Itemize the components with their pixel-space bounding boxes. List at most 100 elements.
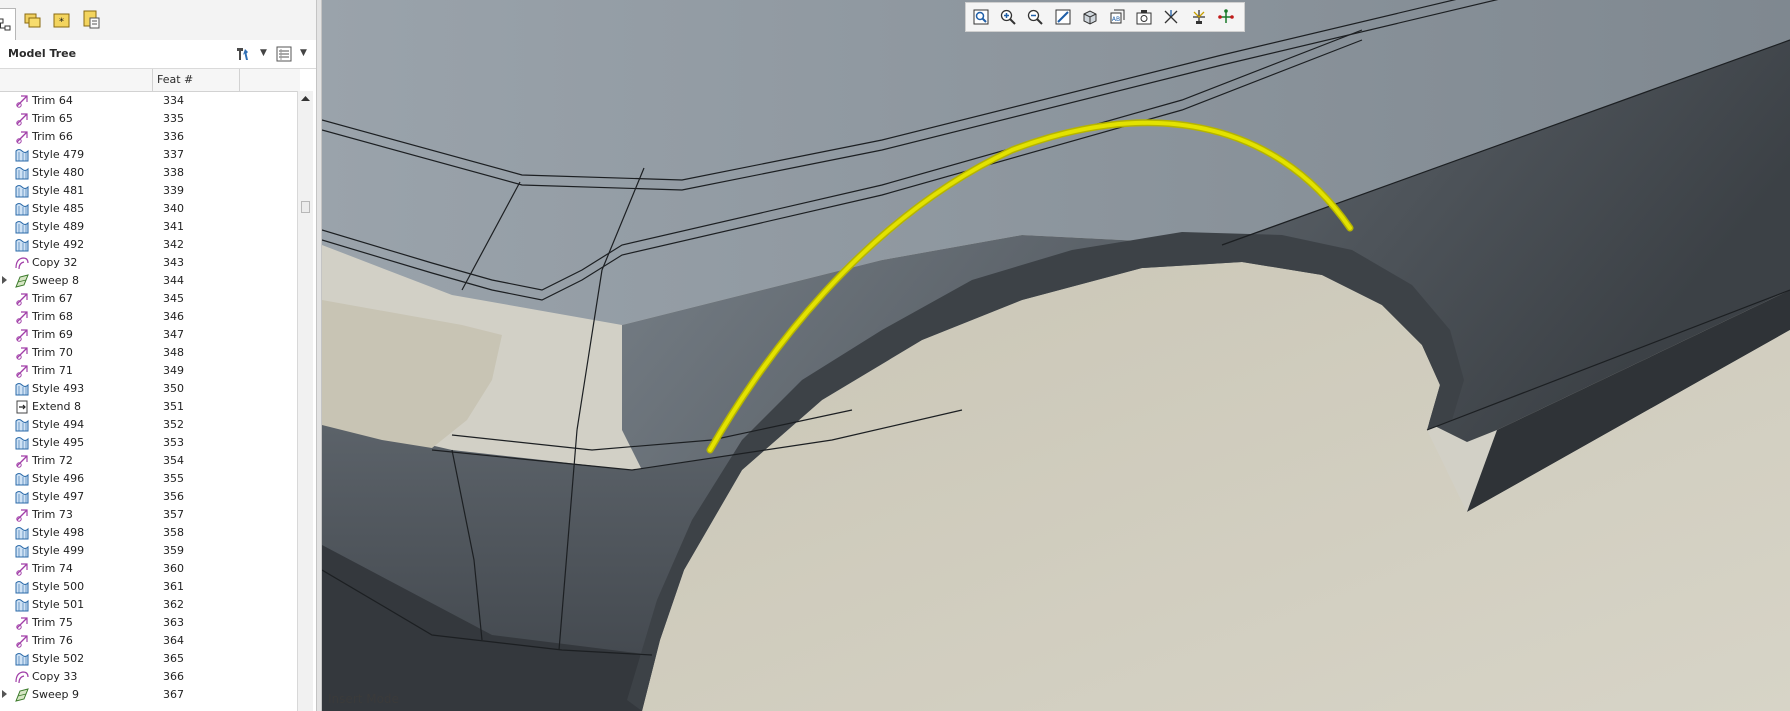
- datum-display-button[interactable]: [1160, 6, 1182, 28]
- feature-name: Trim 68: [32, 310, 73, 323]
- spin-center-icon: [1190, 8, 1208, 26]
- scroll-up-button[interactable]: [300, 93, 311, 104]
- tree-row[interactable]: Style 500 361: [0, 578, 297, 596]
- datum-display-icon: [1162, 8, 1180, 26]
- tree-row[interactable]: Style 493 350: [0, 380, 297, 398]
- feature-number: 361: [163, 580, 184, 593]
- layers-tab[interactable]: [80, 8, 104, 32]
- feature-number: 352: [163, 418, 184, 431]
- annotation-display-button[interactable]: [1215, 6, 1237, 28]
- spin-center-button[interactable]: [1188, 6, 1210, 28]
- svg-text:AB: AB: [1112, 16, 1120, 23]
- tree-row[interactable]: Extend 8 351: [0, 398, 297, 416]
- feature-name: Style 499: [32, 544, 85, 557]
- copy-feature-icon: [14, 669, 30, 685]
- feature-number: 338: [163, 166, 184, 179]
- tree-row[interactable]: Style 492 342: [0, 236, 297, 254]
- tree-row[interactable]: Trim 74 360: [0, 560, 297, 578]
- feat-column-header[interactable]: Feat #: [157, 73, 193, 86]
- tree-scrollbar[interactable]: [297, 91, 313, 711]
- tree-row[interactable]: Style 480 338: [0, 164, 297, 182]
- tree-row[interactable]: Style 495 353: [0, 434, 297, 452]
- feature-name: Style 493: [32, 382, 85, 395]
- tree-row[interactable]: Trim 71 349: [0, 362, 297, 380]
- zoom-out-button[interactable]: [1024, 6, 1046, 28]
- style-feature-icon: [14, 489, 30, 505]
- tree-row[interactable]: Trim 76 364: [0, 632, 297, 650]
- graphics-viewport[interactable]: AB Insert Mode: [322, 0, 1790, 711]
- saved-orientations-button[interactable]: AB: [1106, 6, 1128, 28]
- feature-name: Copy 32: [32, 256, 78, 269]
- tree-columns-dropdown-icon[interactable]: ▼: [300, 48, 307, 58]
- tree-row[interactable]: Trim 64 334: [0, 92, 297, 110]
- tree-row[interactable]: Trim 67 345: [0, 290, 297, 308]
- tree-row[interactable]: Trim 70 348: [0, 344, 297, 362]
- tree-row[interactable]: Trim 66 336: [0, 128, 297, 146]
- tree-row[interactable]: Style 502 365: [0, 650, 297, 668]
- name-column-header[interactable]: [0, 69, 153, 91]
- style-feature-icon: [14, 597, 30, 613]
- view-manager-button[interactable]: [1133, 6, 1155, 28]
- trim-feature-icon: [14, 363, 30, 379]
- feature-number: 362: [163, 598, 184, 611]
- model-tree-tab[interactable]: [0, 8, 16, 40]
- sweep-feature-icon: [14, 687, 30, 703]
- expand-arrow-icon[interactable]: [2, 276, 7, 284]
- model-render[interactable]: [322, 0, 1790, 711]
- tree-columns-button[interactable]: [274, 44, 294, 64]
- feature-number: 344: [163, 274, 184, 287]
- folder-browser-tab[interactable]: [21, 8, 45, 32]
- feature-name: Trim 72: [32, 454, 73, 467]
- tree-row[interactable]: Style 485 340: [0, 200, 297, 218]
- tree-row[interactable]: Style 501 362: [0, 596, 297, 614]
- tree-row[interactable]: Trim 72 354: [0, 452, 297, 470]
- trim-feature-icon: [14, 615, 30, 631]
- scroll-thumb[interactable]: [301, 201, 310, 213]
- style-feature-icon: [14, 543, 30, 559]
- tree-row[interactable]: Copy 32 343: [0, 254, 297, 272]
- tree-row[interactable]: Sweep 9 367: [0, 686, 297, 704]
- display-style-icon: [1081, 8, 1099, 26]
- trim-feature-icon: [14, 453, 30, 469]
- tree-row[interactable]: Style 489 341: [0, 218, 297, 236]
- tree-row[interactable]: Style 479 337: [0, 146, 297, 164]
- tree-row[interactable]: Style 499 359: [0, 542, 297, 560]
- refit-icon: [972, 8, 990, 26]
- display-style-button[interactable]: [1079, 6, 1101, 28]
- model-tree-panel: * Model Tree ▼ ▼ Feat # Trim 64 334 Trim…: [0, 0, 316, 711]
- tree-row[interactable]: Trim 68 346: [0, 308, 297, 326]
- tree-row[interactable]: Trim 65 335: [0, 110, 297, 128]
- tree-row[interactable]: Style 494 352: [0, 416, 297, 434]
- graphics-toolbar: AB: [965, 2, 1245, 32]
- feature-name: Style 492: [32, 238, 85, 251]
- feature-name: Trim 73: [32, 508, 73, 521]
- model-tree-header: Model Tree ▼ ▼: [0, 40, 316, 69]
- zoom-out-icon: [1026, 8, 1044, 26]
- tree-settings-button[interactable]: [233, 44, 253, 64]
- repaint-button[interactable]: [1052, 6, 1074, 28]
- refit-button[interactable]: [970, 6, 992, 28]
- feature-number: 355: [163, 472, 184, 485]
- model-tree-list: Trim 64 334 Trim 65 335 Trim 66 336 Style 479 3…: [0, 92, 297, 711]
- feature-name: Style 501: [32, 598, 85, 611]
- tree-row[interactable]: Style 496 355: [0, 470, 297, 488]
- tree-row[interactable]: Sweep 8 344: [0, 272, 297, 290]
- tree-row[interactable]: Trim 69 347: [0, 326, 297, 344]
- zoom-in-button[interactable]: [997, 6, 1019, 28]
- tree-row[interactable]: Style 481 339: [0, 182, 297, 200]
- feature-number: 354: [163, 454, 184, 467]
- expand-arrow-icon[interactable]: [2, 690, 7, 698]
- tree-row[interactable]: Copy 33 366: [0, 668, 297, 686]
- tree-row[interactable]: Style 498 358: [0, 524, 297, 542]
- tree-settings-dropdown-icon[interactable]: ▼: [260, 48, 267, 58]
- svg-text:*: *: [59, 17, 64, 28]
- favorites-tab[interactable]: *: [50, 8, 74, 32]
- feature-name: Style 479: [32, 148, 85, 161]
- tree-row[interactable]: Trim 75 363: [0, 614, 297, 632]
- tree-row[interactable]: Trim 73 357: [0, 506, 297, 524]
- style-feature-icon: [14, 435, 30, 451]
- tree-row[interactable]: Style 497 356: [0, 488, 297, 506]
- feature-number: 335: [163, 112, 184, 125]
- tree-columns-icon: [276, 46, 292, 62]
- style-feature-icon: [14, 525, 30, 541]
